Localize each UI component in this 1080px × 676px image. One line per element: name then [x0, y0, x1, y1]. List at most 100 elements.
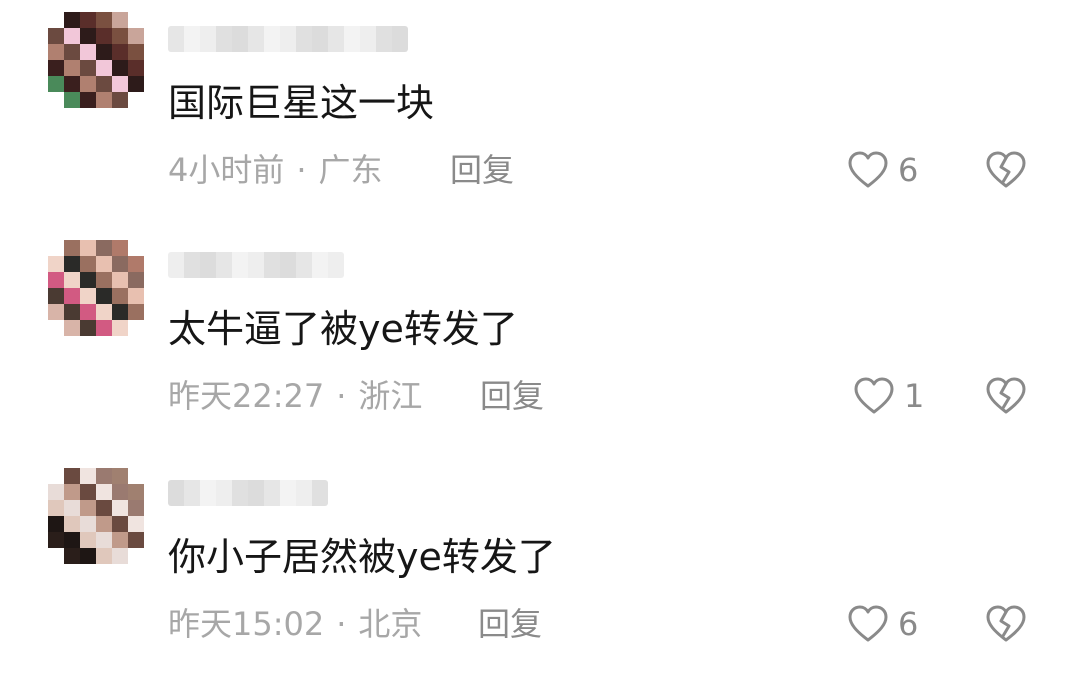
avatar-pixel — [64, 548, 80, 564]
username-mosaic-block — [344, 26, 360, 52]
avatar-pixel — [80, 288, 96, 304]
username-mosaic-block — [168, 480, 184, 506]
username-mosaic-block — [296, 252, 312, 278]
avatar[interactable] — [48, 468, 144, 564]
avatar-pixel — [128, 484, 144, 500]
username-mosaic-block — [360, 26, 376, 52]
comment-text: 你小子居然被ye转发了 — [168, 535, 556, 579]
avatar-pixel — [80, 60, 96, 76]
reply-button[interactable]: 回复 — [478, 604, 542, 644]
dislike-button[interactable] — [984, 602, 1028, 646]
heart-icon — [848, 151, 888, 188]
like-button[interactable]: 1 — [852, 374, 924, 418]
username-mosaic-block — [264, 252, 280, 278]
avatar-pixel — [80, 28, 96, 44]
like-count: 1 — [904, 377, 925, 415]
username-mosaic-block — [248, 26, 264, 52]
avatar-pixel — [64, 320, 80, 336]
avatar-pixel — [80, 484, 96, 500]
username-blurred[interactable] — [168, 480, 328, 506]
avatar-pixel — [48, 500, 64, 516]
avatar-pixel — [64, 468, 80, 484]
avatar-pixel — [112, 500, 128, 516]
like-button[interactable]: 6 — [846, 602, 926, 646]
username-mosaic-block — [200, 480, 216, 506]
avatar-pixel — [112, 60, 128, 76]
avatar-pixel — [96, 304, 112, 320]
avatar-pixel — [80, 76, 96, 92]
username-mosaic-block — [328, 26, 344, 52]
avatar-pixel — [96, 92, 112, 108]
username-mosaic-block — [376, 26, 392, 52]
comment-item: 国际巨星这一块 4小时前 · 广东 回复 6 — [0, 0, 1080, 224]
username-blurred[interactable] — [168, 26, 408, 52]
like-button[interactable]: 6 — [846, 148, 926, 192]
avatar-pixel — [48, 60, 64, 76]
username-mosaic-block — [392, 26, 408, 52]
avatar-pixel — [80, 92, 96, 108]
dislike-button[interactable] — [984, 374, 1028, 418]
username-blurred[interactable] — [168, 252, 344, 278]
avatar-pixel — [112, 532, 128, 548]
avatar-pixel — [64, 28, 80, 44]
reply-button[interactable]: 回复 — [450, 150, 514, 190]
username-mosaic-block — [184, 26, 200, 52]
avatar-pixel — [80, 548, 96, 564]
avatar-pixel — [112, 256, 128, 272]
avatar-pixel — [96, 320, 112, 336]
username-mosaic-block — [312, 26, 328, 52]
comment-location: 浙江 — [358, 377, 423, 415]
username-mosaic-block — [296, 480, 312, 506]
avatar-pixel — [96, 256, 112, 272]
avatar-pixel — [80, 272, 96, 288]
avatar-pixel — [96, 12, 112, 28]
username-mosaic-block — [312, 252, 328, 278]
username-mosaic-block — [200, 252, 216, 278]
avatar-pixel — [128, 44, 144, 60]
username-mosaic-block — [184, 252, 200, 278]
avatar-pixel — [128, 500, 144, 516]
avatar-pixel — [80, 304, 96, 320]
avatar-pixel — [128, 272, 144, 288]
avatar-pixel — [96, 516, 112, 532]
avatar-pixel — [96, 532, 112, 548]
avatar-pixel — [48, 532, 64, 548]
comment-meta: 4小时前 · 广东 — [168, 150, 383, 190]
avatar-pixel — [64, 60, 80, 76]
avatar-pixel — [80, 44, 96, 60]
avatar-pixel — [112, 548, 128, 564]
avatar-pixel — [64, 44, 80, 60]
avatar-pixel — [80, 500, 96, 516]
avatar-pixel — [80, 240, 96, 256]
avatar[interactable] — [48, 240, 144, 336]
avatar-pixel — [80, 468, 96, 484]
avatar-pixel — [48, 516, 64, 532]
avatar-pixel — [80, 532, 96, 548]
username-mosaic-block — [216, 26, 232, 52]
username-mosaic-block — [200, 26, 216, 52]
avatar-pixel — [96, 548, 112, 564]
username-mosaic-block — [312, 480, 328, 506]
broken-heart-icon — [986, 605, 1026, 642]
avatar-pixel — [64, 76, 80, 92]
avatar-pixel — [112, 92, 128, 108]
avatar[interactable] — [48, 12, 144, 108]
avatar-pixel — [64, 272, 80, 288]
avatar-pixel — [48, 288, 64, 304]
avatar-pixel — [96, 500, 112, 516]
avatar-pixel — [112, 288, 128, 304]
comment-text: 太牛逼了被ye转发了 — [168, 307, 518, 351]
reply-button[interactable]: 回复 — [480, 376, 544, 416]
comment-location: 北京 — [358, 605, 423, 643]
avatar-pixel — [112, 76, 128, 92]
meta-separator: · — [296, 151, 307, 189]
avatar-pixel — [128, 516, 144, 532]
comment-meta: 昨天22:27 · 浙江 — [168, 376, 422, 416]
avatar-pixel — [80, 320, 96, 336]
avatar-pixel — [112, 272, 128, 288]
username-mosaic-block — [168, 26, 184, 52]
avatar-pixel — [48, 304, 64, 320]
username-mosaic-block — [216, 252, 232, 278]
avatar-pixel — [48, 76, 64, 92]
dislike-button[interactable] — [984, 148, 1028, 192]
